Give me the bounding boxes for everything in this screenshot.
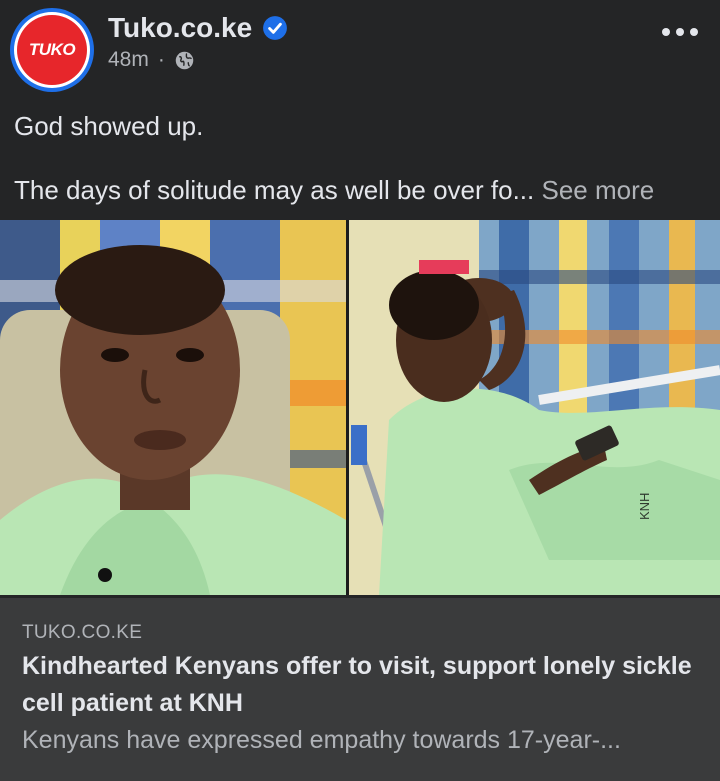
post-text-line1: God showed up.: [14, 111, 204, 141]
post-images: KNH: [0, 220, 720, 595]
photo-right[interactable]: KNH: [349, 220, 720, 595]
avatar-border: TUKO: [14, 12, 90, 88]
tuko-logo: TUKO: [17, 15, 87, 85]
globe-icon: [175, 51, 194, 69]
more-dot: [690, 28, 698, 36]
link-headline[interactable]: Kindhearted Kenyans offer to visit, supp…: [22, 648, 702, 722]
post-text-line2: The days of solitude may as well be over…: [14, 174, 704, 206]
logo-text: TUKO: [28, 40, 76, 59]
page-avatar[interactable]: TUKO: [10, 8, 94, 92]
photo-right-illustration: KNH: [349, 220, 720, 595]
page-name-label: Tuko.co.ke: [108, 12, 253, 43]
post-text-truncated: The days of solitude may as well be over…: [14, 175, 535, 205]
photo-left-illustration: [0, 220, 346, 595]
post-timestamp[interactable]: 48m: [108, 48, 149, 72]
post-meta: 48m ·: [108, 48, 195, 72]
link-domain: TUKO.CO.KE: [22, 622, 143, 643]
photo-left[interactable]: [0, 220, 346, 595]
page-name[interactable]: Tuko.co.ke: [108, 12, 288, 44]
more-dot: [676, 28, 684, 36]
verified-badge-icon: [263, 16, 288, 40]
more-dot: [662, 28, 670, 36]
gown-label: KNH: [637, 493, 652, 520]
meta-separator: ·: [157, 48, 165, 71]
see-more-link[interactable]: See more: [542, 175, 655, 205]
post-header: TUKO Tuko.co.ke 48m ·: [0, 0, 720, 100]
link-preview-card[interactable]: TUKO.CO.KE Kindhearted Kenyans offer to …: [0, 598, 720, 781]
more-options-icon[interactable]: [662, 22, 698, 42]
post-text: God showed up. The days of solitude may …: [14, 110, 704, 206]
link-description: Kenyans have expressed empathy towards 1…: [22, 726, 621, 754]
